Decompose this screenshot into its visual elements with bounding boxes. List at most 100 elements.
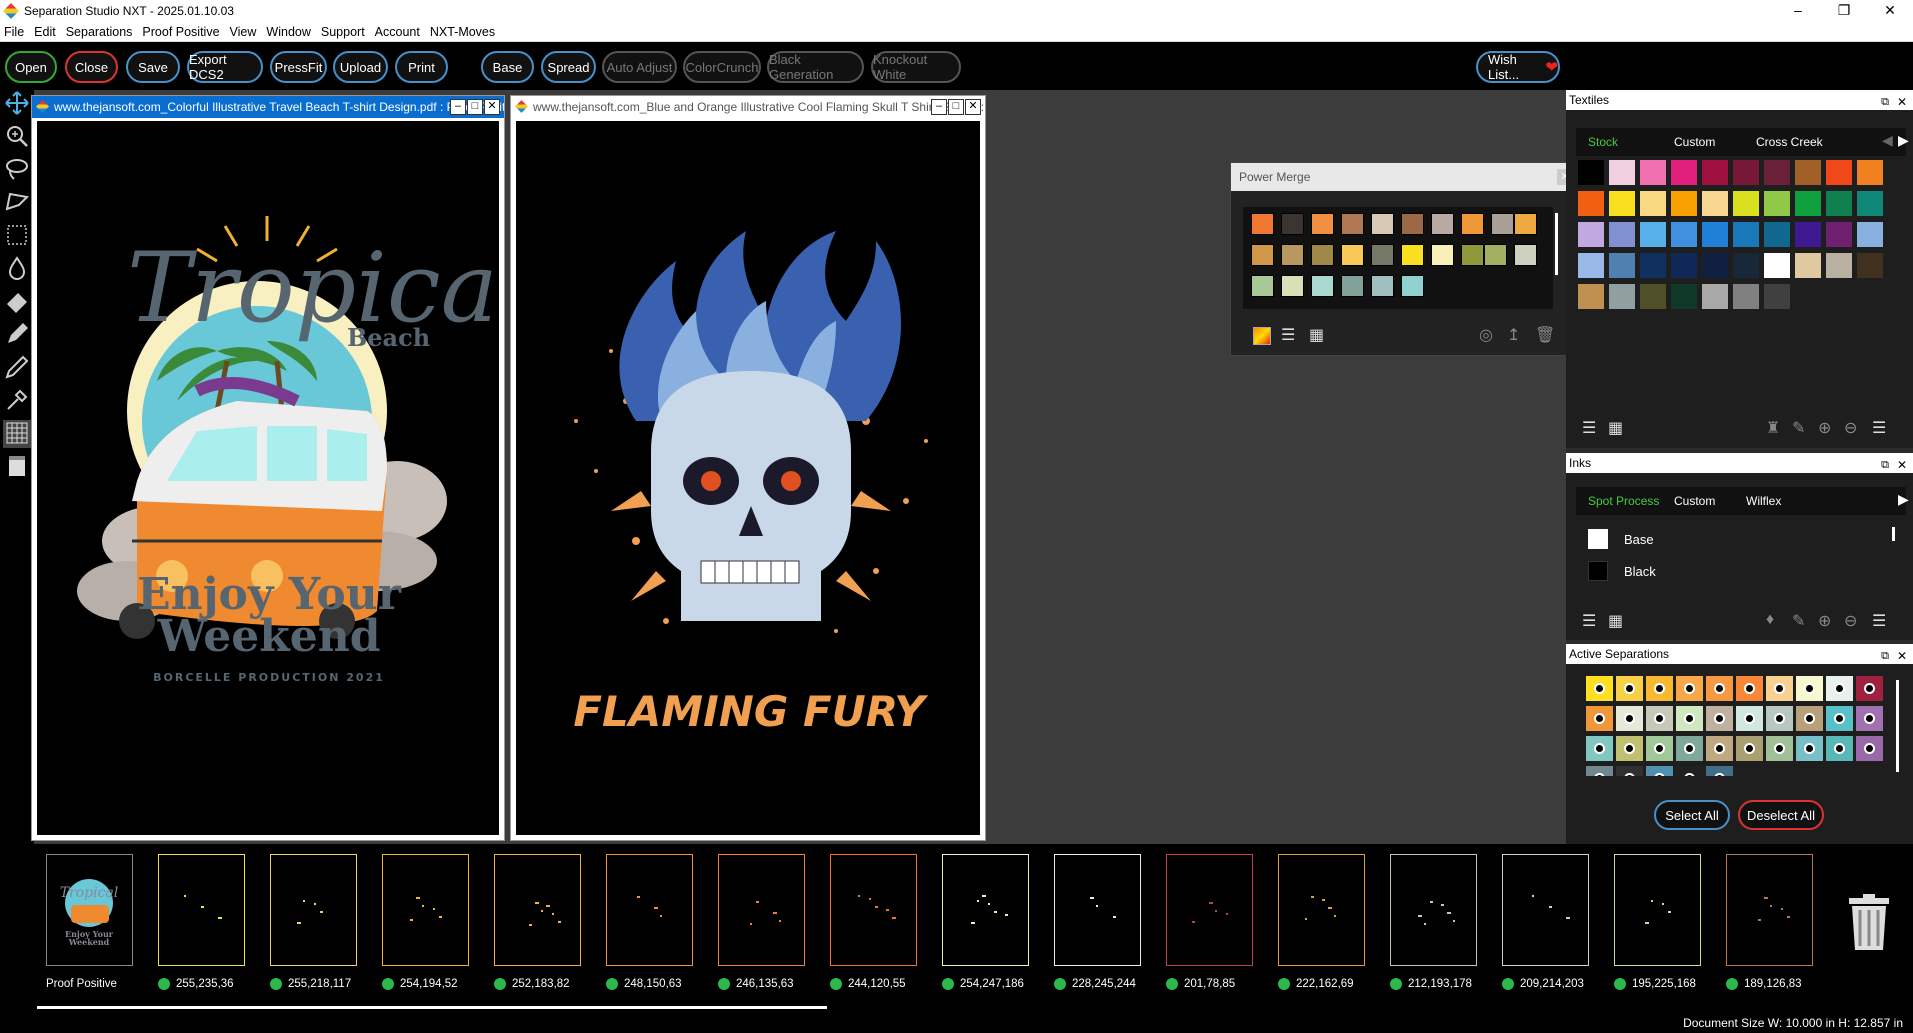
marquee-tool-icon[interactable] [3,222,31,250]
separation-thumb[interactable] [270,854,357,966]
power-merge-swatch[interactable] [1311,213,1334,235]
edit-icon[interactable]: ✎ [1792,418,1805,438]
separation-toggle-icon[interactable] [1624,773,1635,776]
power-merge-swatch[interactable] [1341,244,1364,266]
separations-scrollbar[interactable] [1896,680,1899,772]
separation-swatch[interactable] [1616,736,1643,761]
textile-swatch[interactable] [1702,253,1728,278]
separation-toggle-icon[interactable] [1744,683,1755,694]
separation-toggle-icon[interactable] [1714,713,1725,724]
select-all-button[interactable]: Select All [1654,800,1730,830]
tab-wilflex[interactable]: Wilflex [1746,494,1781,508]
menu-item-edit[interactable]: Edit [30,25,62,39]
textile-swatch[interactable] [1826,191,1852,216]
chevron-right-icon[interactable]: ▶ [1898,491,1909,508]
separation-toggle-icon[interactable] [1594,683,1605,694]
textile-swatch[interactable] [1702,284,1728,309]
visible-indicator-icon[interactable] [382,978,394,990]
brush-tool-icon[interactable] [3,321,31,349]
black-generation-button[interactable]: Black Generation [767,51,864,83]
eyedropper-tool-icon[interactable] [3,387,31,415]
power-merge-swatch[interactable] [1431,244,1454,266]
separation-swatch[interactable] [1706,766,1733,776]
power-merge-swatch[interactable] [1514,213,1537,235]
textile-swatch[interactable] [1578,160,1604,185]
separation-toggle-icon[interactable] [1714,683,1725,694]
power-merge-swatch[interactable] [1341,275,1364,297]
colorcrunch-button[interactable]: ColorCrunch [683,51,761,83]
halftone-tool-icon[interactable] [3,420,31,448]
shirt-icon[interactable]: ♜ [1766,418,1780,438]
textile-swatch[interactable] [1609,191,1635,216]
separation-toggle-icon[interactable] [1834,713,1845,724]
maximize-icon[interactable]: □ [948,99,964,115]
separation-toggle-icon[interactable] [1744,713,1755,724]
power-merge-swatch[interactable] [1251,213,1274,235]
textile-swatch[interactable] [1733,191,1759,216]
eraser-tool-icon[interactable] [3,288,31,316]
textile-swatch[interactable] [1671,160,1697,185]
separation-swatch[interactable] [1796,706,1823,731]
close-icon[interactable]: ✕ [965,99,981,115]
add-icon[interactable]: ⊕ [1818,418,1831,438]
textile-swatch[interactable] [1764,160,1790,185]
menu-item-nxt-moves[interactable]: NXT-Moves [426,25,501,39]
separation-toggle-icon[interactable] [1834,683,1845,694]
open-button[interactable]: Open [5,51,57,83]
close-button[interactable]: Close [65,51,118,83]
close-icon[interactable]: ✕ [484,99,500,115]
separation-toggle-icon[interactable] [1834,743,1845,754]
textile-swatch[interactable] [1671,222,1697,247]
separation-toggle-icon[interactable] [1744,743,1755,754]
document-title-bar[interactable]: www.thejansoft.com_Colorful Illustrative… [32,96,504,118]
textile-swatch[interactable] [1795,160,1821,185]
fill-icon[interactable]: ♦ [1766,611,1774,629]
separation-toggle-icon[interactable] [1624,713,1635,724]
separation-toggle-icon[interactable] [1684,713,1695,724]
separation-toggle-icon[interactable] [1804,683,1815,694]
separation-thumb[interactable] [606,854,693,966]
separation-thumb[interactable] [1054,854,1141,966]
upload-button[interactable]: Upload [333,51,388,83]
textile-swatch[interactable] [1857,222,1883,247]
separation-swatch[interactable] [1796,736,1823,761]
separation-swatch[interactable] [1856,706,1883,731]
list-view-icon[interactable]: ☰ [1281,325,1295,345]
separation-toggle-icon[interactable] [1594,773,1605,776]
separation-swatch[interactable] [1706,706,1733,731]
textile-swatch[interactable] [1733,253,1759,278]
separation-toggle-icon[interactable] [1774,743,1785,754]
visible-indicator-icon[interactable] [270,978,282,990]
separation-thumb[interactable] [382,854,469,966]
maximize-icon[interactable]: □ [467,99,483,115]
separation-toggle-icon[interactable] [1684,683,1695,694]
visible-indicator-icon[interactable] [1390,978,1402,990]
ink-tool-icon[interactable] [3,453,31,481]
textile-swatch[interactable] [1609,284,1635,309]
separation-swatch[interactable] [1826,676,1853,701]
textile-swatch[interactable] [1578,253,1604,278]
separation-swatch[interactable] [1586,766,1613,776]
separation-swatch[interactable] [1586,676,1613,701]
deselect-all-button[interactable]: Deselect All [1738,800,1824,830]
separation-swatch[interactable] [1736,676,1763,701]
separation-toggle-icon[interactable] [1774,713,1785,724]
move-tool-icon[interactable] [3,90,31,118]
visible-indicator-icon[interactable] [718,978,730,990]
textile-swatch[interactable] [1857,253,1883,278]
power-merge-swatch[interactable] [1461,213,1484,235]
separation-toggle-icon[interactable] [1714,743,1725,754]
textile-swatch[interactable] [1857,160,1883,185]
power-merge-swatch[interactable] [1401,275,1424,297]
list-view-icon[interactable]: ☰ [1582,418,1596,438]
textile-swatch[interactable] [1640,253,1666,278]
pin-icon[interactable]: ⧉ [1881,455,1889,475]
close-icon[interactable]: ✕ [1897,646,1907,666]
textile-swatch[interactable] [1733,222,1759,247]
menu-item-account[interactable]: Account [371,25,426,39]
visible-indicator-icon[interactable] [1166,978,1178,990]
add-icon[interactable]: ⊕ [1818,611,1831,631]
power-merge-swatch[interactable] [1371,213,1394,235]
save-button[interactable]: Save [126,51,180,83]
separation-thumb[interactable] [1278,854,1365,966]
